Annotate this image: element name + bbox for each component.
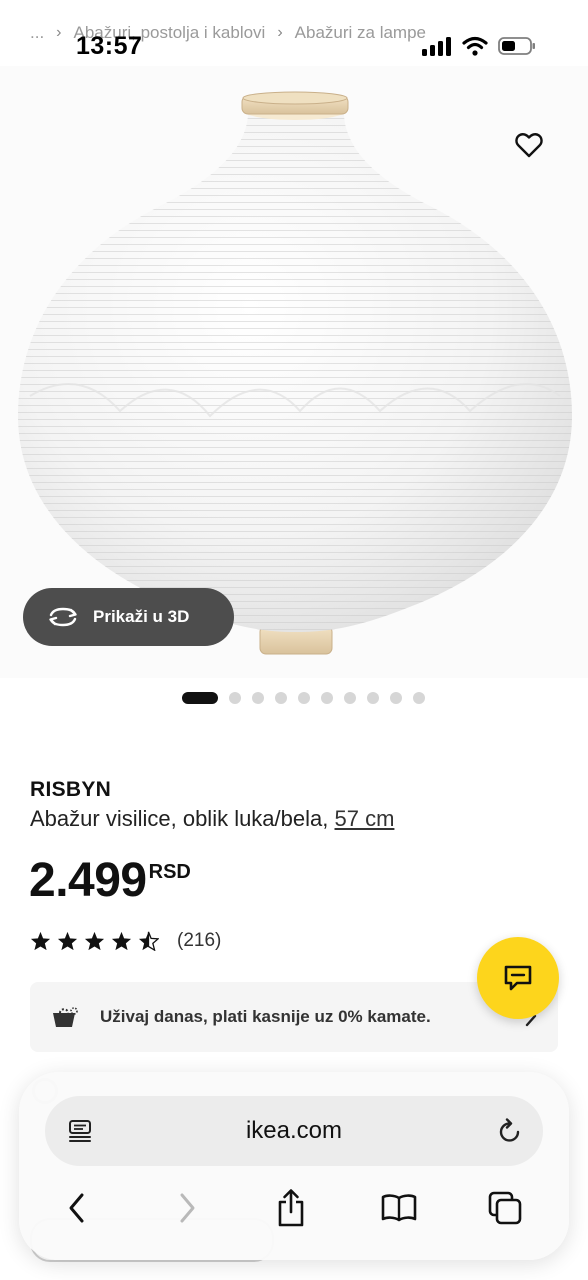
carousel-dot[interactable] — [344, 692, 356, 704]
status-icons — [422, 36, 536, 56]
battery-icon — [498, 37, 535, 55]
browser-nav-row — [19, 1188, 569, 1228]
view-3d-button[interactable]: Prikaži u 3D — [23, 588, 234, 646]
reader-mode-icon[interactable] — [67, 1118, 93, 1144]
carousel-dot[interactable] — [413, 692, 425, 704]
wifi-icon — [462, 36, 488, 56]
price-value: 2.499 — [29, 854, 147, 907]
rotate-3d-icon — [49, 607, 77, 627]
chat-icon — [504, 965, 532, 991]
bookmarks-button[interactable] — [377, 1188, 421, 1228]
price-currency: RSD — [148, 861, 191, 883]
carousel-dot[interactable] — [367, 692, 379, 704]
favorite-button[interactable] — [508, 124, 550, 166]
rating-count[interactable]: (216) — [177, 930, 221, 952]
reload-icon[interactable] — [497, 1117, 523, 1145]
address-bar[interactable]: ikea.com — [45, 1096, 543, 1166]
heart-icon — [515, 133, 543, 158]
star-icon — [57, 931, 78, 951]
view-3d-label: Prikaži u 3D — [93, 607, 190, 626]
product-image[interactable] — [0, 66, 588, 678]
share-icon — [278, 1189, 304, 1227]
product-gallery[interactable]: Prikaži u 3D — [0, 66, 588, 678]
chevron-right-icon — [180, 1193, 195, 1223]
carousel-indicator[interactable] — [182, 692, 425, 704]
bag-cart-icon — [53, 1007, 78, 1027]
book-icon — [381, 1194, 417, 1222]
url-text[interactable]: ikea.com — [246, 1117, 342, 1145]
star-icon — [30, 931, 51, 951]
carousel-dot[interactable] — [275, 692, 287, 704]
forward-button[interactable] — [165, 1188, 209, 1228]
carousel-dot[interactable] — [252, 692, 264, 704]
share-button[interactable] — [269, 1188, 313, 1228]
product-name: RISBYN — [30, 778, 112, 801]
signal-icon — [422, 37, 451, 56]
promo-text: Uživaj danas, plati kasnije uz 0% kamate… — [100, 1007, 431, 1026]
chevron-left-icon — [69, 1193, 84, 1223]
status-time: 13:57 — [76, 32, 143, 60]
carousel-dot[interactable] — [182, 692, 218, 704]
rating[interactable]: (216) — [30, 930, 221, 952]
status-bar: 13:57 — [0, 30, 588, 66]
carousel-dot[interactable] — [321, 692, 333, 704]
tabs-icon — [488, 1191, 522, 1225]
browser-toolbar: ikea.com — [19, 1072, 569, 1260]
back-button[interactable] — [55, 1188, 99, 1228]
size-link[interactable]: 57 cm — [335, 806, 395, 831]
chat-button[interactable] — [477, 937, 559, 1019]
half-star-icon — [138, 931, 159, 951]
carousel-dot[interactable] — [229, 692, 241, 704]
tabs-button[interactable] — [483, 1188, 527, 1228]
star-icon — [111, 931, 132, 951]
star-icon — [84, 931, 105, 951]
carousel-dot[interactable] — [298, 692, 310, 704]
product-price: 2.499 RSD — [29, 852, 191, 910]
carousel-dot[interactable] — [390, 692, 402, 704]
product-description-text: Abažur visilice, oblik luka/bela, — [30, 806, 329, 831]
product-description: Abažur visilice, oblik luka/bela, 57 cm — [30, 806, 394, 832]
